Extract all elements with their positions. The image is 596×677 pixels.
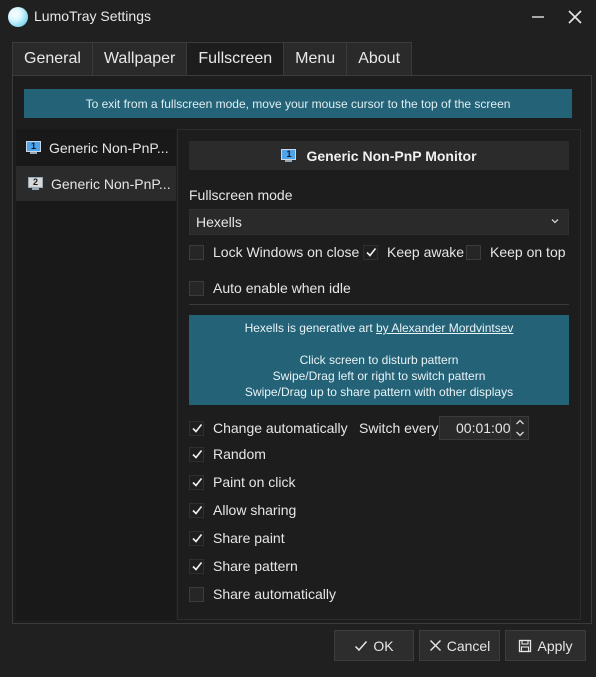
author-link[interactable]: by Alexander Mordvintsev — [376, 321, 513, 335]
monitor-list-item-2[interactable]: 2 Generic Non-PnP... — [16, 166, 176, 201]
allow-sharing-checkbox[interactable]: Allow sharing — [189, 500, 296, 520]
window-title: LumoTray Settings — [34, 8, 151, 24]
monitor-icon: 1 — [281, 149, 297, 162]
check-icon — [191, 534, 202, 543]
check-icon — [355, 640, 368, 651]
art-info-line: Click screen to disturb pattern — [299, 353, 459, 367]
checkbox-box — [189, 244, 204, 260]
ok-button[interactable]: OK — [334, 630, 414, 661]
checkbox-box — [189, 586, 204, 602]
tab-bar: General Wallpaper Fullscreen Menu About — [12, 42, 413, 76]
art-info-prefix: Hexells is generative art — [244, 321, 376, 335]
fullscreen-mode-select[interactable]: Hexells — [189, 209, 569, 235]
chevron-up-icon — [516, 419, 524, 425]
tab-general[interactable]: General — [12, 42, 92, 76]
check-icon — [191, 424, 202, 433]
hexells-info-box: Hexells is generative art by Alexander M… — [189, 315, 569, 405]
spinner-down-button[interactable] — [511, 428, 529, 440]
monitor-list-item-1[interactable]: 1 Generic Non-PnP... — [16, 130, 176, 165]
cancel-button[interactable]: Cancel — [419, 630, 500, 661]
share-paint-checkbox[interactable]: Share paint — [189, 528, 285, 548]
tab-about[interactable]: About — [346, 42, 413, 76]
switch-every-label: Switch every — [359, 420, 439, 436]
monitor-title: Generic Non-PnP Monitor — [306, 147, 477, 164]
monitor-label: Generic Non-PnP... — [51, 175, 171, 192]
title-bar[interactable]: LumoTray Settings — [0, 0, 596, 34]
check-icon — [191, 478, 202, 487]
keep-on-top-checkbox[interactable]: Keep on top — [466, 242, 566, 262]
checkbox-box — [189, 420, 204, 436]
keep-awake-checkbox[interactable]: Keep awake — [363, 242, 464, 262]
settings-window: LumoTray Settings General Wallpaper Full… — [0, 0, 596, 677]
monitor-icon: 2 — [28, 177, 43, 190]
section-divider — [189, 304, 569, 305]
close-button[interactable] — [560, 4, 590, 30]
checkbox-box — [466, 244, 481, 260]
info-banner: To exit from a fullscreen mode, move you… — [24, 89, 572, 118]
share-pattern-checkbox[interactable]: Share pattern — [189, 556, 298, 576]
fullscreen-mode-label: Fullscreen mode — [189, 187, 293, 203]
checkbox-box — [189, 446, 204, 462]
tab-wallpaper[interactable]: Wallpaper — [91, 42, 187, 76]
auto-enable-idle-checkbox[interactable]: Auto enable when idle — [189, 278, 351, 298]
lock-windows-checkbox[interactable]: Lock Windows on close — [189, 242, 359, 262]
checkbox-box — [189, 530, 204, 546]
checkbox-box — [189, 502, 204, 518]
random-checkbox[interactable]: Random — [189, 444, 266, 464]
monitor-label: Generic Non-PnP... — [49, 139, 169, 156]
close-icon — [429, 640, 441, 651]
checkbox-box — [189, 558, 204, 574]
check-icon — [191, 506, 202, 515]
minimize-icon — [532, 16, 544, 18]
checkbox-box — [363, 244, 378, 260]
monitor-list: 1 Generic Non-PnP... 2 Generic Non-PnP..… — [16, 129, 176, 620]
monitor-header: 1 Generic Non-PnP Monitor — [189, 141, 569, 170]
switch-interval-value: 00:01:00 — [456, 420, 511, 436]
chevron-down-icon — [516, 431, 524, 437]
close-icon — [568, 10, 582, 24]
interval-spinner — [510, 416, 528, 440]
change-automatically-checkbox[interactable]: Change automatically — [189, 418, 348, 438]
checkbox-box — [189, 280, 204, 296]
fullscreen-mode-value: Hexells — [196, 214, 242, 230]
tab-menu[interactable]: Menu — [283, 42, 347, 76]
monitor-icon: 1 — [26, 141, 41, 154]
art-info-line: Swipe/Drag left or right to switch patte… — [272, 369, 486, 383]
art-info-line: Swipe/Drag up to share pattern with othe… — [244, 385, 514, 399]
save-icon — [519, 639, 532, 652]
check-icon — [365, 248, 376, 257]
chevron-down-icon — [551, 219, 559, 224]
spinner-up-button[interactable] — [511, 416, 529, 428]
checkbox-box — [189, 474, 204, 490]
check-icon — [191, 562, 202, 571]
app-logo-icon — [8, 7, 28, 27]
tab-fullscreen[interactable]: Fullscreen — [186, 42, 284, 76]
apply-button[interactable]: Apply — [505, 630, 586, 661]
share-automatically-checkbox[interactable]: Share automatically — [189, 584, 336, 604]
minimize-button[interactable] — [523, 4, 553, 30]
paint-on-click-checkbox[interactable]: Paint on click — [189, 472, 295, 492]
check-icon — [191, 450, 202, 459]
